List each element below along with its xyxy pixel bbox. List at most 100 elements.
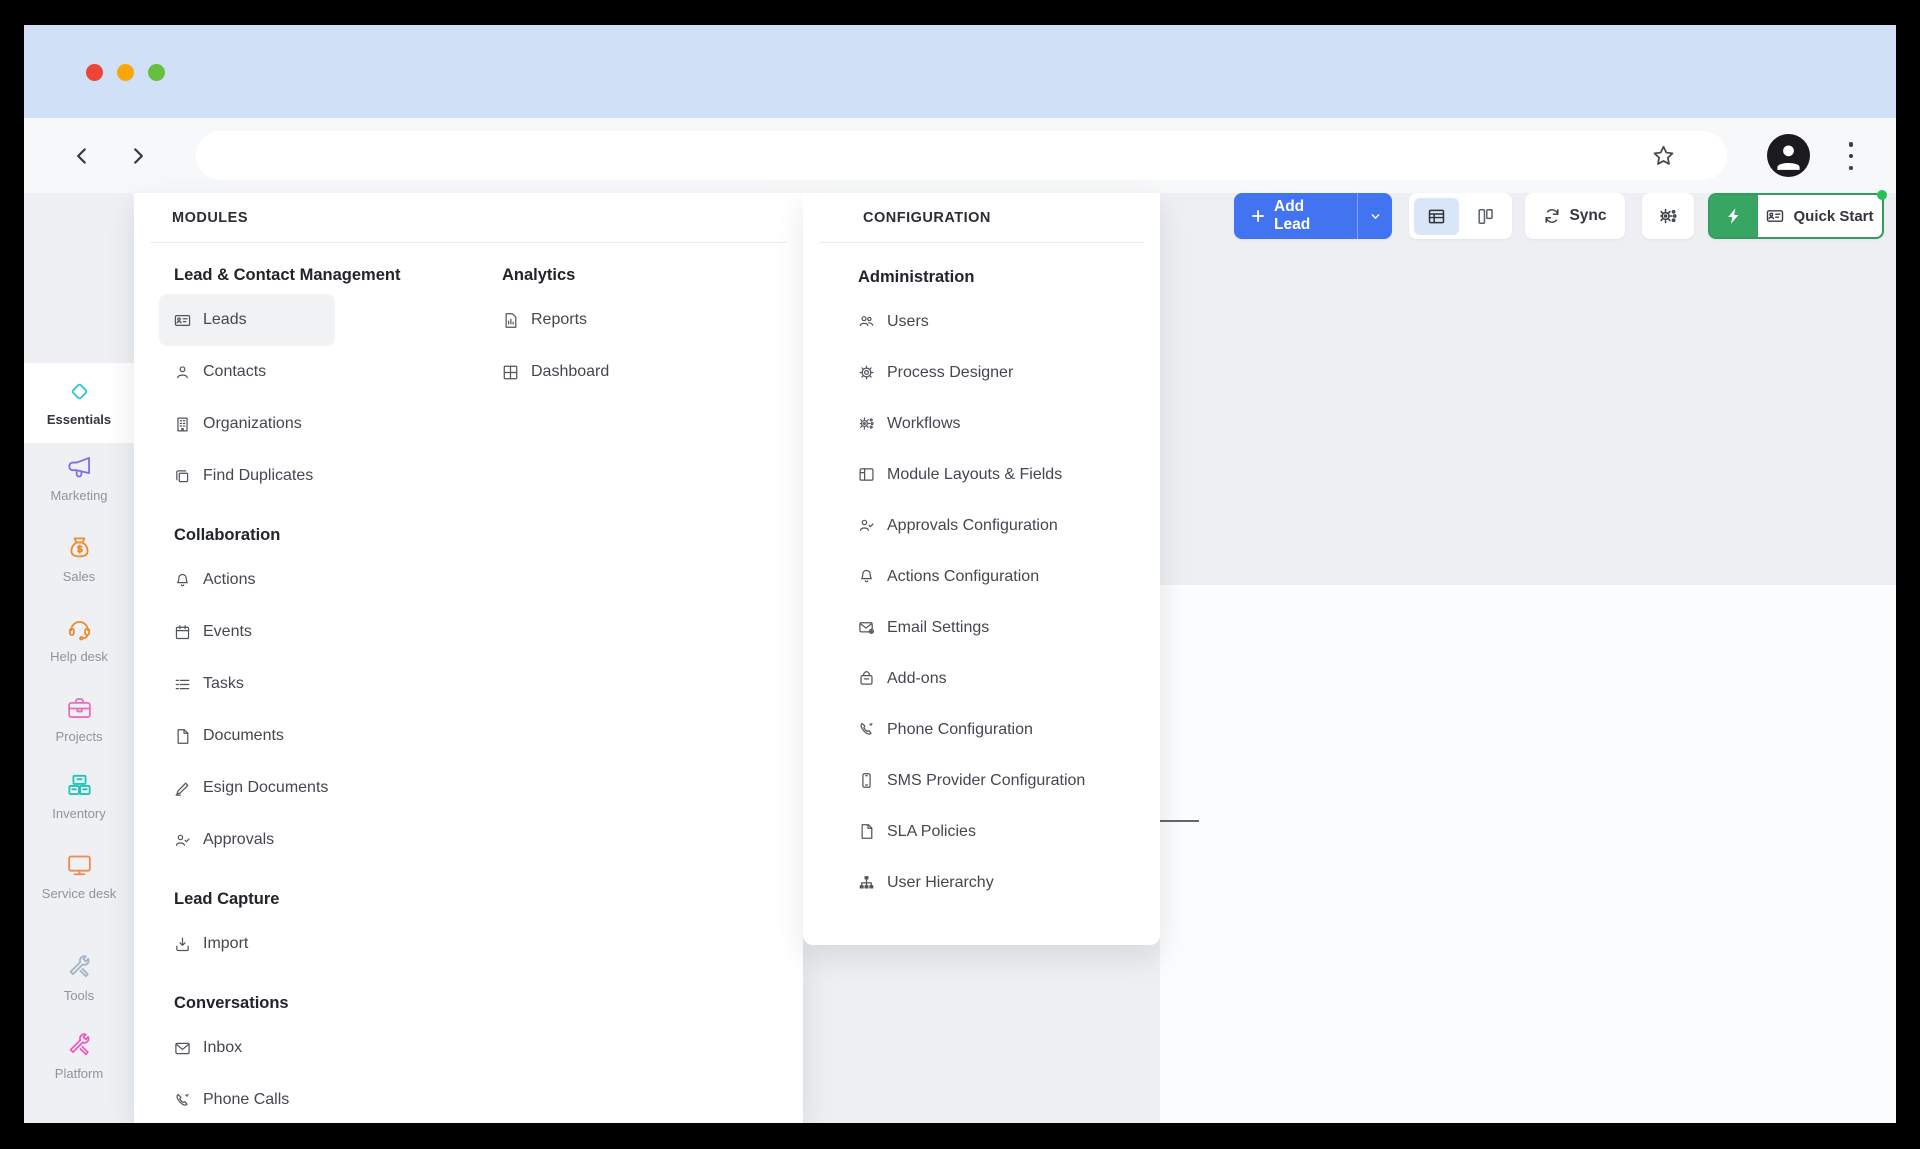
automation-button[interactable] <box>1642 193 1694 239</box>
grid-icon <box>502 364 519 381</box>
bookmark-star-icon[interactable] <box>1652 144 1675 167</box>
sidebar-item-marketing[interactable]: Marketing <box>24 441 134 517</box>
menu-item-user-hierarchy[interactable]: User Hierarchy <box>858 857 994 908</box>
page-divider-artifact <box>1160 820 1199 822</box>
sidebar-item-service-desk[interactable]: Service desk <box>24 839 134 915</box>
sync-button[interactable]: Sync <box>1525 193 1625 239</box>
app-sidebar: Essentials Marketing Sales Help desk Project… <box>24 193 134 1123</box>
menu-item-phone-configuration[interactable]: Phone Configuration <box>858 704 1033 755</box>
sidebar-item-sales[interactable]: Sales <box>24 522 134 598</box>
minimize-window-button[interactable] <box>117 64 134 81</box>
menu-item-sms-provider-configuration[interactable]: SMS Provider Configuration <box>858 755 1085 806</box>
menu-section-heading-administration: Administration <box>858 267 975 286</box>
plus-icon <box>1250 208 1266 224</box>
kanban-view-toggle[interactable] <box>1463 198 1508 235</box>
menu-item-inbox[interactable]: Inbox <box>174 1022 242 1074</box>
divider <box>150 242 787 243</box>
sidebar-item-platform[interactable]: Platform <box>24 1019 134 1095</box>
essentials-icon <box>66 378 93 405</box>
menu-item-label: Tasks <box>203 675 244 692</box>
menu-section-heading-lead-capture: Lead Capture <box>174 889 280 908</box>
window-title-bar <box>24 25 1896 118</box>
calendar-icon <box>174 624 191 641</box>
sidebar-item-label: Service desk <box>41 885 117 901</box>
notification-dot <box>1877 190 1887 200</box>
menu-item-esign-documents[interactable]: Esign Documents <box>174 762 328 814</box>
menu-item-label: Approvals Configuration <box>887 516 1058 534</box>
close-window-button[interactable] <box>86 64 103 81</box>
pen-icon <box>174 780 191 797</box>
bag-icon <box>858 670 875 687</box>
menu-item-label: Documents <box>203 727 284 744</box>
browser-menu-icon[interactable] <box>1844 140 1858 172</box>
browser-profile-avatar[interactable] <box>1767 134 1810 177</box>
menu-item-tasks[interactable]: Tasks <box>174 658 244 710</box>
menu-item-users[interactable]: Users <box>858 296 929 347</box>
menu-item-module-layouts-fields[interactable]: Module Layouts & Fields <box>858 449 1062 500</box>
quick-start-bolt-badge <box>1710 195 1758 237</box>
menu-item-label: Leads <box>203 311 247 328</box>
forward-icon[interactable] <box>118 136 158 176</box>
menu-item-actions[interactable]: Actions <box>174 554 255 606</box>
mobile-icon <box>858 772 875 789</box>
platform-icon <box>66 1032 93 1059</box>
id-card-icon <box>174 312 191 329</box>
menu-item-organizations[interactable]: Organizations <box>174 398 302 450</box>
menu-item-approvals[interactable]: Approvals <box>174 814 274 866</box>
menu-item-sla-policies[interactable]: SLA Policies <box>858 806 976 857</box>
sync-label: Sync <box>1569 207 1607 224</box>
configuration-panel-header: CONFIGURATION <box>863 209 991 226</box>
menu-item-documents[interactable]: Documents <box>174 710 284 762</box>
list-view-icon <box>1427 207 1446 226</box>
menu-item-dashboard[interactable]: Dashboard <box>502 346 609 398</box>
menu-item-import[interactable]: Import <box>174 918 248 970</box>
menu-item-label: Events <box>203 623 252 640</box>
menu-item-leads[interactable]: Leads <box>159 294 335 346</box>
menu-item-actions-configuration[interactable]: Actions Configuration <box>858 551 1039 602</box>
sidebar-item-projects[interactable]: Projects <box>24 682 134 758</box>
menu-item-approvals-configuration[interactable]: Approvals Configuration <box>858 500 1058 551</box>
quick-start-button[interactable]: Quick Start <box>1708 190 1887 239</box>
add-lead-dropdown-caret[interactable] <box>1357 193 1392 239</box>
menu-item-events[interactable]: Events <box>174 606 252 658</box>
menu-item-find-duplicates[interactable]: Find Duplicates <box>174 450 313 502</box>
zoom-window-button[interactable] <box>148 64 165 81</box>
browser-window: Essentials Marketing Sales Help desk Project… <box>24 25 1896 1123</box>
sidebar-item-label: Help desk <box>50 648 108 664</box>
address-bar[interactable] <box>196 131 1727 180</box>
menu-item-reports[interactable]: Reports <box>502 294 587 346</box>
menu-item-label: Actions <box>203 571 256 588</box>
sidebar-item-label: Projects <box>55 728 103 744</box>
modules-menu-panel: MODULES Lead & Contact Management Leads Co… <box>134 193 803 1123</box>
mail-icon <box>174 1040 191 1057</box>
modules-column-analytics: Analytics Reports Dashboard <box>502 256 609 398</box>
building-icon <box>174 416 191 433</box>
menu-item-phone-calls[interactable]: Phone Calls <box>174 1074 289 1123</box>
gear-icon <box>858 364 875 381</box>
gears-icon <box>1658 206 1678 226</box>
menu-item-contacts[interactable]: Contacts <box>174 346 266 398</box>
sidebar-item-help-desk[interactable]: Help desk <box>24 602 134 678</box>
sidebar-item-label: Marketing <box>50 487 108 503</box>
menu-item-email-settings[interactable]: Email Settings <box>858 602 989 653</box>
import-icon <box>174 936 191 953</box>
bell-icon <box>858 568 875 585</box>
tools-icon <box>66 954 93 981</box>
add-lead-button[interactable]: Add Lead <box>1234 193 1392 239</box>
menu-item-add-ons[interactable]: Add-ons <box>858 653 947 704</box>
menu-item-label: SLA Policies <box>887 822 976 840</box>
sidebar-item-essentials[interactable]: Essentials <box>24 363 134 443</box>
quick-start-label: Quick Start <box>1793 207 1874 225</box>
back-icon[interactable] <box>62 136 102 176</box>
sidebar-item-label: Essentials <box>46 411 112 427</box>
sidebar-item-inventory[interactable]: Inventory <box>24 759 134 835</box>
sidebar-item-label: Inventory <box>52 805 106 821</box>
menu-item-process-designer[interactable]: Process Designer <box>858 347 1013 398</box>
menu-section-heading-lead-contact-management: Lead & Contact Management <box>174 265 401 284</box>
menu-item-workflows[interactable]: Workflows <box>858 398 961 449</box>
menu-item-label: Process Designer <box>887 363 1014 381</box>
list-view-toggle[interactable] <box>1413 197 1459 235</box>
menu-item-label: Workflows <box>887 414 961 432</box>
sidebar-item-tools[interactable]: Tools <box>24 941 134 1017</box>
marketing-icon <box>66 454 93 481</box>
